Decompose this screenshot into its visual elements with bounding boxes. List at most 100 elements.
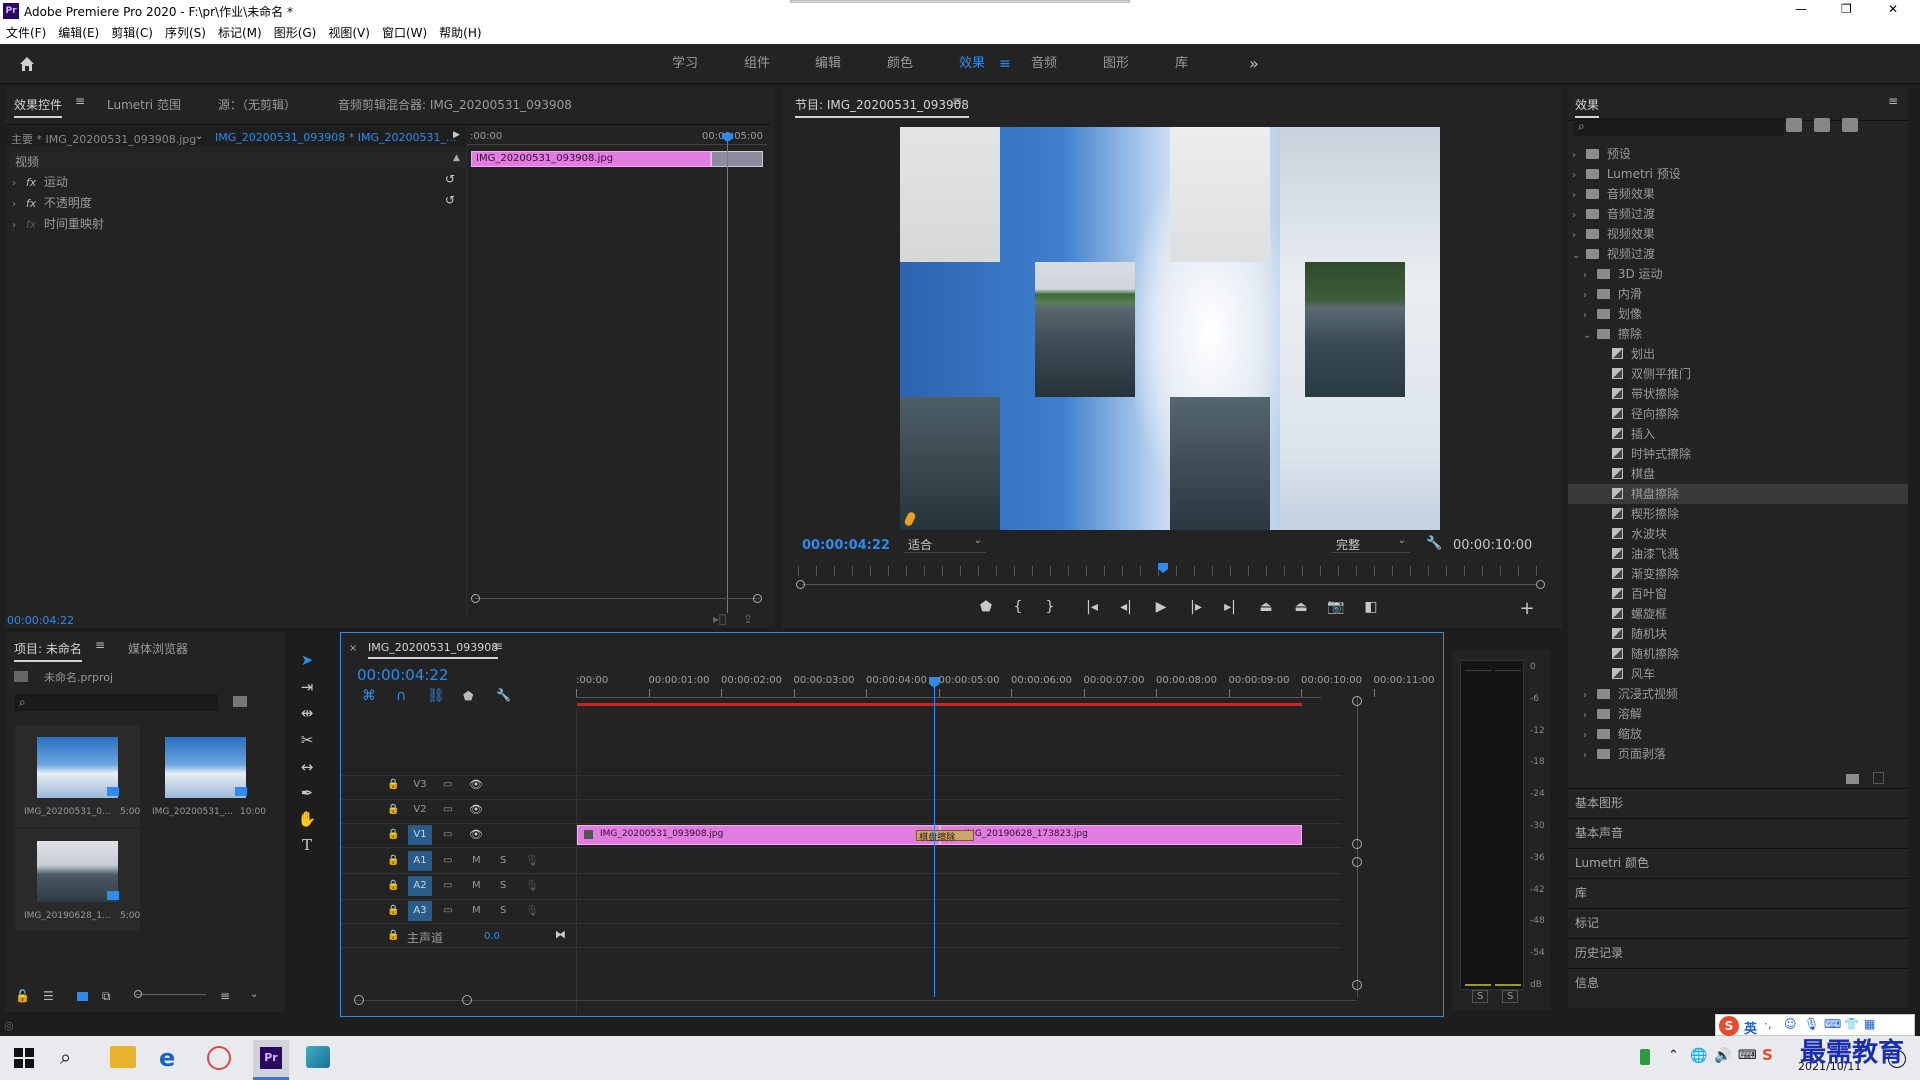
add-marker-icon[interactable]: ⬟: [976, 599, 996, 615]
skin-icon[interactable]: 👕: [1844, 1017, 1859, 1031]
more-workspaces-icon[interactable]: »: [1249, 44, 1259, 84]
fit-dropdown[interactable]: 适合 ⌄: [904, 535, 986, 553]
battery-icon[interactable]: [1640, 1049, 1650, 1065]
menu-edit[interactable]: 编辑(E): [52, 22, 105, 44]
project-item[interactable]: IMG_20200531_... 10:00: [143, 725, 268, 827]
transition-marker[interactable]: 棋盘擦除: [916, 830, 975, 843]
effects-tree-item[interactable]: 带状擦除: [1568, 384, 1908, 404]
razor-tool-icon[interactable]: ✂: [296, 729, 318, 751]
collapsed-panel-header[interactable]: 历史记录: [1568, 938, 1908, 966]
add-marker-icon[interactable]: ⬟: [463, 689, 473, 703]
slip-tool-icon[interactable]: ↔: [296, 756, 318, 778]
solo-left-button[interactable]: S: [1472, 990, 1489, 1003]
punctuation-icon[interactable]: ·,: [1764, 1017, 1772, 1031]
edge-icon[interactable]: e: [159, 1044, 175, 1072]
collapsed-panel-header[interactable]: 标记: [1568, 908, 1908, 936]
collapsed-panel-header[interactable]: 信息: [1568, 968, 1908, 996]
effects-tree-item[interactable]: 随机擦除: [1568, 644, 1908, 664]
solo-button[interactable]: S: [500, 880, 506, 891]
effects-tree-item[interactable]: 随机块: [1568, 624, 1908, 644]
app-icon[interactable]: [306, 1046, 330, 1068]
effects-tree-item[interactable]: 时钟式擦除: [1568, 444, 1908, 464]
vscroll-handle[interactable]: [1352, 839, 1362, 849]
effects-tree-folder[interactable]: › 沉浸式视频: [1568, 684, 1908, 704]
minimize-button[interactable]: —: [1795, 2, 1807, 16]
workspace-learn[interactable]: 学习: [672, 44, 698, 84]
effect-row-time-remap[interactable]: › fx 时间重映射: [12, 215, 104, 232]
ec-zoom-start-handle[interactable]: [471, 594, 480, 603]
selection-tool-icon[interactable]: ➤: [296, 649, 318, 671]
collapsed-panel-header[interactable]: 基本声音: [1568, 818, 1908, 846]
effects-tree-item[interactable]: 棋盘: [1568, 464, 1908, 484]
vscroll-handle[interactable]: [1352, 857, 1362, 867]
menu-view[interactable]: 视图(V): [322, 22, 376, 44]
chevron-down-icon[interactable]: ⌄: [1572, 246, 1582, 266]
track-lock-icon[interactable]: 🔒: [387, 855, 399, 866]
track-lock-icon[interactable]: 🔒: [387, 905, 399, 916]
timeline-settings-icon[interactable]: 🔧: [496, 688, 511, 702]
tab-audio-clip-mixer[interactable]: 音频剪辑混合器: IMG_20200531_093908: [338, 96, 572, 113]
timeline-ruler[interactable]: :00:00 00:00:01:00 00:00:02:00 00:00:03:00 0…: [576, 675, 1435, 697]
menu-graphics[interactable]: 图形(G): [268, 22, 323, 44]
maximize-button[interactable]: ❐: [1841, 2, 1852, 16]
effects-tree-item[interactable]: 划出: [1568, 344, 1908, 364]
timeline-clip[interactable]: IMG_20190628_173823.jpg: [939, 825, 1302, 845]
freeform-view-icon[interactable]: ⧉: [102, 989, 111, 1004]
mark-in-icon[interactable]: {: [1008, 599, 1028, 615]
ec-timecode[interactable]: 00:00:04:22: [7, 614, 74, 627]
track-lock-icon[interactable]: 🔒: [387, 930, 399, 941]
sync-lock-icon[interactable]: ▭: [443, 804, 452, 815]
extract-icon[interactable]: ⏏: [1291, 599, 1311, 615]
filter-icon[interactable]: ▸⃞: [713, 612, 726, 626]
track-lock-icon[interactable]: 🔒: [387, 779, 399, 790]
ec-playhead[interactable]: [727, 133, 728, 613]
effects-tree-folder[interactable]: › 视频效果: [1568, 224, 1908, 244]
ime-icon[interactable]: ⌨: [1738, 1048, 1757, 1063]
effects-tree-folder[interactable]: › 音频过渡: [1568, 204, 1908, 224]
wrench-icon[interactable]: 🔧: [1426, 536, 1442, 551]
workspace-assembly[interactable]: 组件: [744, 44, 770, 84]
menu-sequence[interactable]: 序列(S): [159, 22, 212, 44]
ec-clip-bar[interactable]: IMG_20200531_093908.jpg: [471, 151, 711, 167]
menu-markers[interactable]: 标记(M): [212, 22, 268, 44]
effects-tree-folder[interactable]: › 预设: [1568, 144, 1908, 164]
step-forward-icon[interactable]: |▸: [1186, 599, 1206, 615]
chevron-right-icon[interactable]: ›: [1572, 166, 1582, 186]
effects-tree-folder[interactable]: › Lumetri 预设: [1568, 164, 1908, 184]
close-sequence-icon[interactable]: ×: [349, 643, 357, 654]
type-tool-icon[interactable]: T: [296, 834, 318, 856]
timeline-sequence-tab[interactable]: IMG_20200531_093908: [368, 641, 499, 659]
program-zoom-start-handle[interactable]: [796, 580, 805, 589]
go-to-out-icon[interactable]: ▸|: [1220, 599, 1240, 615]
pen-tool-icon[interactable]: ✒: [296, 782, 318, 804]
vscroll-handle[interactable]: [1352, 980, 1362, 990]
chevron-up-icon[interactable]: ⌃: [1668, 1048, 1679, 1063]
collapsed-panel-header[interactable]: Lumetri 颜色: [1568, 848, 1908, 876]
program-ruler[interactable]: [798, 566, 1543, 576]
mute-button[interactable]: M: [472, 905, 481, 916]
zoom-slider[interactable]: [136, 994, 206, 995]
menu-window[interactable]: 窗口(W): [376, 22, 433, 44]
effect-row-motion[interactable]: › fx 运动: [12, 173, 68, 190]
chevron-right-icon[interactable]: ›: [1583, 266, 1593, 286]
effects-title[interactable]: 效果: [1575, 96, 1600, 118]
chevron-down-icon[interactable]: ⌄: [250, 989, 258, 1000]
go-to-out-icon[interactable]: ⧓: [555, 928, 566, 941]
mark-out-icon[interactable]: }: [1040, 599, 1060, 615]
microphone-icon[interactable]: 🎙: [525, 904, 539, 917]
track-label-v2[interactable]: V2: [411, 804, 429, 815]
eye-icon[interactable]: 👁: [469, 803, 483, 816]
new-bin-icon[interactable]: [1846, 774, 1859, 784]
yuv-effects-icon[interactable]: [1842, 118, 1858, 132]
delete-icon[interactable]: [1873, 772, 1884, 784]
ec-zoom-end-handle[interactable]: [753, 594, 762, 603]
track-label-v3[interactable]: V3: [411, 779, 429, 790]
panel-menu-icon[interactable]: ≡: [75, 94, 85, 108]
chevron-right-icon[interactable]: ›: [1583, 706, 1593, 726]
search-icon[interactable]: ⌕: [60, 1045, 71, 1069]
track-label-a1[interactable]: A1: [408, 851, 432, 871]
collapsed-panel-header[interactable]: 基本图形: [1568, 788, 1908, 816]
app-icon[interactable]: [207, 1046, 231, 1070]
chevron-right-icon[interactable]: ›: [1572, 206, 1582, 226]
effects-tree-folder[interactable]: › 3D 运动: [1568, 264, 1908, 284]
